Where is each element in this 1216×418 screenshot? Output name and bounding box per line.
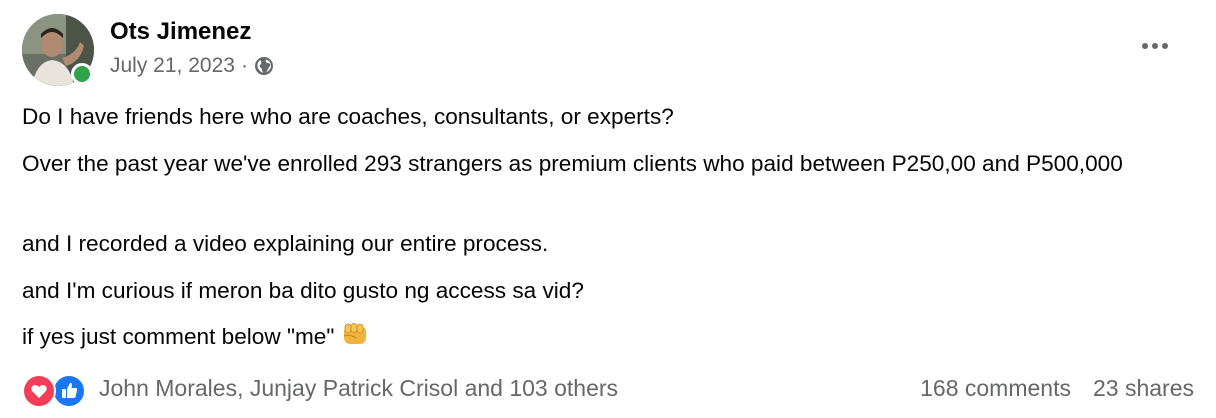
love-icon (22, 374, 56, 408)
post-paragraph-text: if yes just comment below "me" (22, 324, 335, 349)
post-meta: July 21, 2023 · (110, 52, 274, 80)
post-footer: John Morales, Junjay Patrick Crisol and … (22, 370, 1194, 410)
oncoming-fist-emoji (340, 322, 370, 348)
post-paragraph: Over the past year we've enrolled 293 st… (22, 151, 1123, 176)
post-date[interactable]: July 21, 2023 (110, 54, 235, 78)
author-avatar-wrapper (22, 14, 94, 86)
meta-separator: · (240, 54, 248, 77)
facebook-post: Ots Jimenez July 21, 2023 · Do I have fr… (0, 0, 1216, 418)
shares-count[interactable]: 23 shares (1093, 375, 1194, 402)
comments-count[interactable]: 168 comments (920, 375, 1071, 402)
more-options-button[interactable] (1132, 26, 1178, 66)
post-paragraph: and I recorded a video explaining our en… (22, 231, 549, 256)
engagement-counts: 168 comments 23 shares (920, 375, 1194, 402)
more-horizontal-icon (1142, 43, 1168, 49)
reaction-icons[interactable] (22, 374, 92, 408)
reactors-summary[interactable]: John Morales, Junjay Patrick Crisol and … (99, 375, 618, 402)
globe-icon[interactable] (254, 56, 274, 76)
post-paragraph: Do I have friends here who are coaches, … (22, 104, 674, 129)
author-name[interactable]: Ots Jimenez (110, 17, 251, 47)
post-paragraph: and I'm curious if meron ba dito gusto n… (22, 278, 584, 303)
online-status-indicator (71, 63, 93, 85)
post-paragraph-last: if yes just comment below "me" (22, 320, 370, 354)
like-icon (52, 374, 86, 408)
